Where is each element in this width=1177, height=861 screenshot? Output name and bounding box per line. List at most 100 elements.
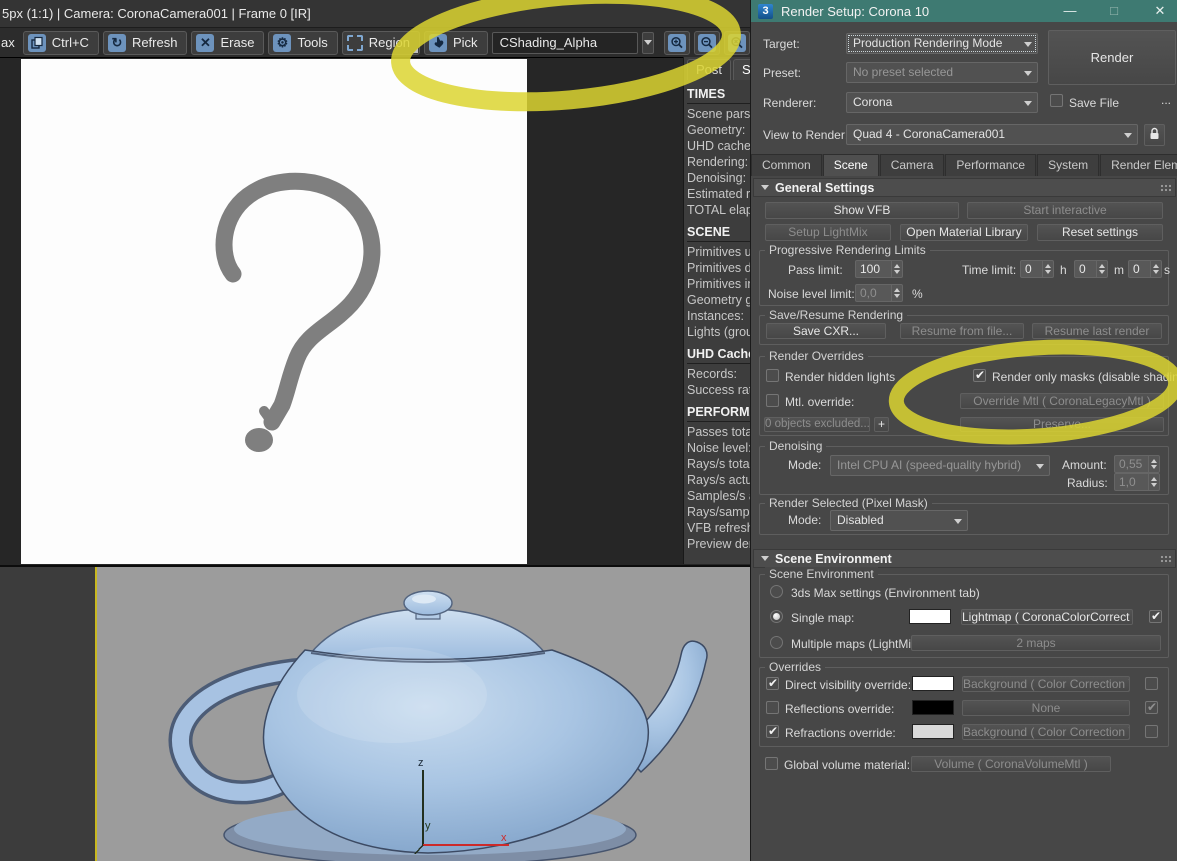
- render-channel-dropdown-arrow[interactable]: [642, 31, 655, 54]
- time-limit-s-spinner[interactable]: 0: [1128, 260, 1162, 278]
- group-render-selected: Render Selected (Pixel Mask) Mode: Disab…: [759, 496, 1169, 535]
- single-map-radio[interactable]: [770, 610, 783, 623]
- single-map-enable-checkbox[interactable]: [1149, 609, 1162, 623]
- global-volume-material-button[interactable]: Volume ( CoronaVolumeMtl ): [911, 756, 1111, 772]
- refractions-enable-checkbox[interactable]: [1145, 725, 1158, 738]
- reset-settings-button[interactable]: Reset settings: [1037, 224, 1163, 241]
- stats-section-title: UHD Cache: [687, 346, 750, 364]
- renderer-dropdown[interactable]: Corona: [846, 92, 1038, 113]
- tab-post[interactable]: Post: [687, 59, 732, 80]
- maximize-button[interactable]: □: [1099, 0, 1129, 22]
- denoise-mode-dropdown[interactable]: Intel CPU AI (speed-quality hybrid): [830, 455, 1050, 476]
- reflections-enable-checkbox[interactable]: [1145, 700, 1158, 714]
- copy-button[interactable]: Ctrl+C: [22, 30, 99, 55]
- reflections-color-swatch[interactable]: [912, 700, 954, 715]
- max-settings-radio[interactable]: [770, 585, 783, 598]
- preset-dropdown[interactable]: No preset selected: [846, 62, 1038, 83]
- refresh-button[interactable]: ↻ Refresh: [102, 30, 188, 55]
- dialog-titlebar[interactable]: 3 Render Setup: Corona 10 — □ ✕: [751, 0, 1177, 22]
- direct-visibility-map-button[interactable]: Background ( Color Correction ): [962, 676, 1130, 692]
- spinner-arrows-icon[interactable]: [1148, 455, 1160, 473]
- spinner-arrows-icon[interactable]: [1150, 260, 1162, 278]
- direct-visibility-color-swatch[interactable]: [912, 676, 954, 691]
- tab-scene[interactable]: Scene: [822, 154, 879, 176]
- render-channel-dropdown[interactable]: CShading_Alpha: [491, 31, 639, 54]
- render-button[interactable]: Render: [1048, 30, 1176, 85]
- cutoff-button-label[interactable]: ax: [0, 35, 19, 50]
- spinner-arrows-icon[interactable]: [1148, 473, 1160, 491]
- zoom-out-button[interactable]: [694, 30, 720, 55]
- refractions-color-swatch[interactable]: [912, 724, 954, 739]
- time-limit-h-spinner[interactable]: 0: [1020, 260, 1054, 278]
- stats-item: Preview den: [687, 537, 750, 551]
- axis-z-label: z: [418, 757, 424, 769]
- render-hidden-lights-checkbox[interactable]: [766, 369, 779, 382]
- render-hidden-lights-label: Render hidden lights: [785, 370, 896, 384]
- pass-limit-spinner[interactable]: 100: [855, 260, 903, 278]
- group-legend: Denoising: [765, 439, 827, 453]
- tools-button[interactable]: ⚙ Tools: [268, 30, 338, 55]
- erase-button[interactable]: ✕ Erase: [191, 30, 265, 55]
- perspective-viewport[interactable]: z y x: [95, 567, 750, 861]
- single-map-button[interactable]: Lightmap ( CoronaColorCorrect ): [961, 609, 1133, 625]
- target-dropdown[interactable]: Production Rendering Mode: [846, 33, 1038, 54]
- tab-stats[interactable]: Stats: [733, 59, 750, 80]
- tab-common[interactable]: Common: [751, 154, 822, 176]
- denoise-radius-spinner[interactable]: 1,0: [1114, 473, 1160, 491]
- reflections-map-button[interactable]: None: [962, 700, 1130, 716]
- override-mtl-button[interactable]: Override Mtl ( CoronaLegacyMtl ): [960, 393, 1164, 409]
- render-only-masks-checkbox[interactable]: [973, 368, 986, 382]
- stats-item: Rays/s actua: [687, 473, 750, 487]
- resume-from-file-button[interactable]: Resume from file...: [900, 323, 1024, 339]
- denoise-amount-spinner[interactable]: 0,55: [1114, 455, 1160, 473]
- minimize-button[interactable]: —: [1055, 0, 1085, 22]
- single-map-color-swatch[interactable]: [909, 609, 951, 624]
- rollout-title: General Settings: [775, 180, 875, 195]
- direct-visibility-override-checkbox[interactable]: [766, 676, 779, 690]
- reflections-override-checkbox[interactable]: [766, 701, 779, 714]
- region-button[interactable]: Region: [341, 30, 420, 55]
- lock-view-button[interactable]: [1144, 124, 1165, 146]
- spinner-arrows-icon[interactable]: [1096, 260, 1108, 278]
- time-limit-m-spinner[interactable]: 0: [1074, 260, 1108, 278]
- view-to-render-dropdown[interactable]: Quad 4 - CoronaCamera001: [846, 124, 1138, 145]
- tab-system[interactable]: System: [1037, 154, 1100, 176]
- global-volume-material-checkbox[interactable]: [765, 757, 778, 770]
- zoom-in-button[interactable]: [664, 30, 690, 55]
- spinner-arrows-icon[interactable]: [891, 260, 903, 278]
- multiple-maps-radio[interactable]: [770, 636, 783, 649]
- show-vfb-button[interactable]: Show VFB: [765, 202, 959, 219]
- save-cxr-button[interactable]: Save CXR...: [766, 323, 886, 339]
- tab-render-elements[interactable]: Render Elements: [1100, 154, 1177, 176]
- refractions-map-button[interactable]: Background ( Color Correction ): [962, 724, 1130, 740]
- mtl-override-checkbox[interactable]: [766, 394, 779, 407]
- denoise-mode-label: Mode:: [788, 458, 822, 472]
- start-interactive-button[interactable]: Start interactive: [967, 202, 1163, 219]
- save-file-checkbox[interactable]: [1050, 94, 1063, 107]
- drag-grip-icon[interactable]: [1160, 184, 1171, 193]
- direct-visibility-enable-checkbox[interactable]: [1145, 677, 1158, 690]
- rollout-scene-environment[interactable]: Scene Environment: [753, 549, 1176, 568]
- open-material-library-button[interactable]: Open Material Library: [900, 224, 1028, 241]
- tab-camera[interactable]: Camera: [879, 154, 945, 176]
- add-exclude-button[interactable]: +: [874, 417, 889, 432]
- preserve-button[interactable]: Preserve...: [960, 417, 1164, 432]
- pick-button[interactable]: Pick: [424, 30, 488, 55]
- rollout-general-settings[interactable]: General Settings: [753, 178, 1176, 197]
- more-options-button[interactable]: ...: [1161, 93, 1171, 107]
- close-button[interactable]: ✕: [1145, 0, 1175, 22]
- noise-level-limit-spinner[interactable]: 0,0: [855, 284, 903, 302]
- renderer-value: Corona: [853, 95, 893, 109]
- tab-performance[interactable]: Performance: [945, 154, 1037, 176]
- resume-last-render-button[interactable]: Resume last render: [1032, 323, 1162, 339]
- refractions-override-checkbox[interactable]: [766, 724, 779, 738]
- drag-grip-icon[interactable]: [1160, 555, 1171, 564]
- spinner-arrows-icon[interactable]: [891, 284, 903, 302]
- render-selected-mode-dropdown[interactable]: Disabled: [830, 510, 968, 531]
- global-volume-material-label: Global volume material:: [784, 758, 911, 772]
- multiple-maps-button[interactable]: 2 maps: [911, 635, 1161, 651]
- zoom-reset-button[interactable]: [724, 30, 750, 55]
- spinner-arrows-icon[interactable]: [1042, 260, 1054, 278]
- setup-lightmix-button[interactable]: Setup LightMix: [765, 224, 891, 241]
- objects-excluded-button[interactable]: 0 objects excluded...: [764, 417, 870, 432]
